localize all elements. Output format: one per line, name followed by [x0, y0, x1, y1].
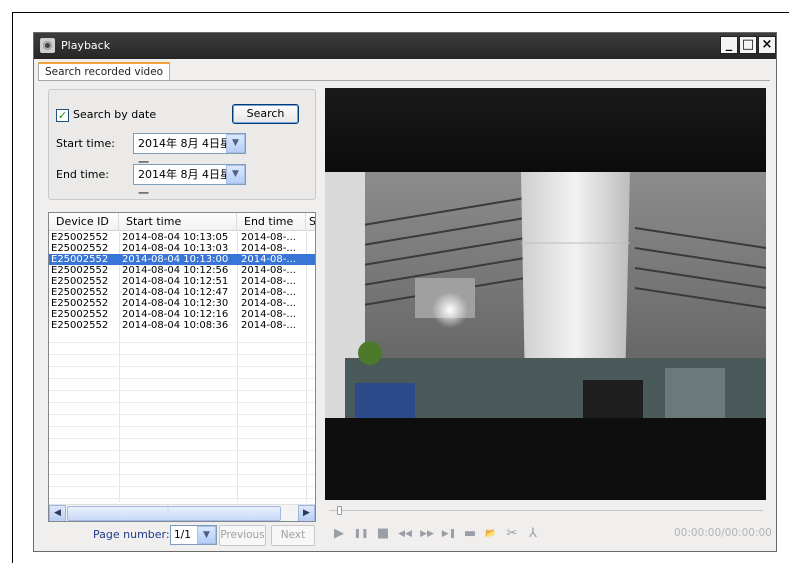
cell-device-id: E25002552 — [51, 232, 109, 243]
snapshot-icon[interactable]: ▬ — [461, 523, 479, 545]
video-viewport[interactable] — [325, 88, 766, 500]
cell-start-time: 2014-08-04 10:13:03 — [122, 243, 229, 254]
cut-icon[interactable]: ✂ — [503, 523, 521, 545]
column-header-end-time[interactable]: End time — [237, 213, 306, 231]
search-by-date-checkbox[interactable]: ✓ — [56, 109, 69, 122]
start-time-label: Start time: — [56, 137, 115, 150]
table-row[interactable]: E25002552 2014-08-04 10:13:00 2014-08-... — [49, 254, 315, 265]
cell-end-time: 2014-08-... — [241, 265, 296, 276]
time-display: 00:00:00/00:00:00 — [674, 527, 772, 539]
open-folder-icon[interactable]: 📂 — [482, 523, 500, 545]
pause-icon[interactable]: ❚❚ — [352, 523, 370, 545]
cell-device-id: E25002552 — [51, 298, 109, 309]
list-header: Device ID Start time End time S — [49, 213, 315, 231]
cell-device-id: E25002552 — [51, 254, 109, 265]
scroll-right-icon[interactable]: ▶ — [298, 505, 315, 521]
scroll-thumb[interactable] — [67, 506, 281, 521]
step-forward-icon[interactable]: ▶❚ — [440, 523, 458, 545]
cell-start-time: 2014-08-04 10:12:30 — [122, 298, 229, 309]
table-row[interactable]: E25002552 2014-08-04 10:12:56 2014-08-... — [49, 265, 315, 276]
cell-end-time: 2014-08-... — [241, 309, 296, 320]
clip-icon[interactable]: ⅄ — [524, 523, 542, 545]
search-by-date-label[interactable]: Search by date — [73, 108, 156, 121]
cell-end-time: 2014-08-... — [241, 232, 296, 243]
scroll-grip-icon: ⦙ — [167, 506, 170, 516]
cell-end-time: 2014-08-... — [241, 320, 296, 331]
search-panel: ✓ Search by date Search Start time: 2014… — [48, 89, 316, 200]
cell-device-id: E25002552 — [51, 309, 109, 320]
column-header-s[interactable]: S — [306, 213, 315, 231]
minimize-button[interactable]: _ — [720, 36, 738, 54]
list-rows: E25002552 2014-08-04 10:13:05 2014-08-... E… — [49, 232, 315, 331]
rewind-icon[interactable]: ◀◀ — [396, 523, 414, 545]
cell-device-id: E25002552 — [51, 287, 109, 298]
recordings-list[interactable]: Device ID Start time End time S E2500255… — [48, 212, 316, 522]
next-button[interactable]: Next — [271, 525, 315, 546]
cell-device-id: E25002552 — [51, 265, 109, 276]
table-row[interactable]: E25002552 2014-08-04 10:12:30 2014-08-... — [49, 298, 315, 309]
cell-start-time: 2014-08-04 10:13:05 — [122, 232, 229, 243]
scroll-left-icon[interactable]: ◀ — [49, 505, 66, 521]
seek-track — [329, 510, 763, 511]
play-icon[interactable]: ▶ — [330, 523, 348, 545]
table-row[interactable]: E25002552 2014-08-04 10:13:03 2014-08-... — [49, 243, 315, 254]
tab-divider — [38, 80, 770, 81]
end-time-dropdown-icon[interactable]: ▼ — [226, 165, 245, 184]
page-number-label: Page number: — [93, 528, 170, 541]
column-header-start-time[interactable]: Start time — [119, 213, 237, 231]
cell-end-time: 2014-08-... — [241, 298, 296, 309]
app-icon — [40, 38, 55, 53]
playback-window: Playback _ □ × Search recorded video ✓ S… — [33, 32, 777, 552]
page-dropdown-icon[interactable]: ▼ — [197, 526, 216, 544]
column-header-device-id[interactable]: Device ID — [49, 213, 119, 231]
end-time-label: End time: — [56, 168, 109, 181]
cell-end-time: 2014-08-... — [241, 254, 296, 265]
cell-device-id: E25002552 — [51, 276, 109, 287]
tab-search-recorded-video[interactable]: Search recorded video — [38, 62, 171, 81]
cell-end-time: 2014-08-... — [241, 276, 296, 287]
window-title: Playback — [61, 39, 111, 52]
video-frame — [325, 88, 766, 500]
cell-start-time: 2014-08-04 10:12:16 — [122, 309, 229, 320]
search-button[interactable]: Search — [232, 104, 299, 124]
table-row[interactable]: E25002552 2014-08-04 10:08:36 2014-08-... — [49, 320, 315, 331]
close-button[interactable]: × — [758, 36, 776, 54]
title-bar[interactable]: Playback _ □ × — [34, 33, 776, 59]
horizontal-scrollbar[interactable]: ◀ ⦙ ▶ — [49, 504, 315, 521]
stop-icon[interactable]: ■ — [374, 523, 392, 545]
cell-start-time: 2014-08-04 10:12:56 — [122, 265, 229, 276]
table-row[interactable]: E25002552 2014-08-04 10:12:47 2014-08-... — [49, 287, 315, 298]
table-row[interactable]: E25002552 2014-08-04 10:12:16 2014-08-... — [49, 309, 315, 320]
seek-bar[interactable] — [329, 506, 763, 515]
cell-start-time: 2014-08-04 10:13:00 — [122, 254, 229, 265]
cell-start-time: 2014-08-04 10:08:36 — [122, 320, 229, 331]
cell-device-id: E25002552 — [51, 243, 109, 254]
cell-start-time: 2014-08-04 10:12:51 — [122, 276, 229, 287]
cell-end-time: 2014-08-... — [241, 243, 296, 254]
table-row[interactable]: E25002552 2014-08-04 10:13:05 2014-08-... — [49, 232, 315, 243]
seek-handle[interactable] — [337, 506, 342, 515]
cell-end-time: 2014-08-... — [241, 287, 296, 298]
cell-device-id: E25002552 — [51, 320, 109, 331]
maximize-button[interactable]: □ — [739, 36, 757, 54]
cell-start-time: 2014-08-04 10:12:47 — [122, 287, 229, 298]
previous-button[interactable]: Previous — [219, 525, 266, 546]
fast-forward-icon[interactable]: ▶▶ — [418, 523, 436, 545]
table-row[interactable]: E25002552 2014-08-04 10:12:51 2014-08-... — [49, 276, 315, 287]
start-time-dropdown-icon[interactable]: ▼ — [226, 134, 245, 153]
